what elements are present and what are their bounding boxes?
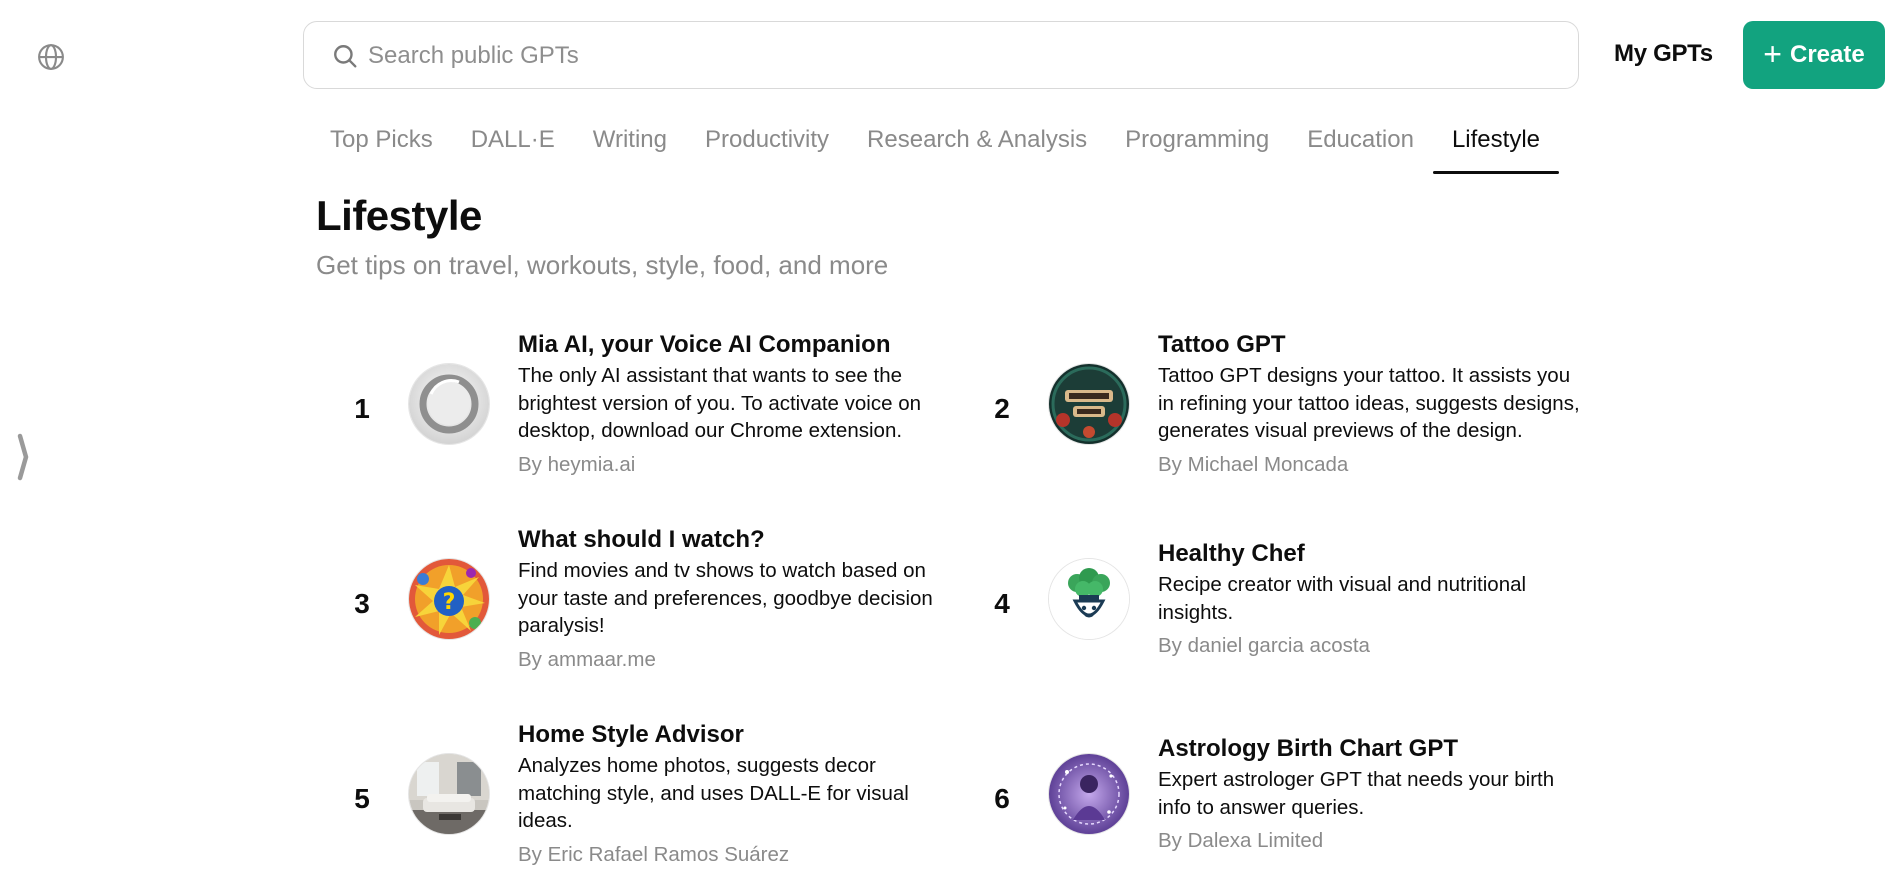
gpt-rank: 5: [354, 783, 370, 814]
gpt-rank: 3: [354, 588, 370, 619]
gpt-rank: 1: [354, 393, 370, 424]
gpt-card[interactable]: 3 ? What should I watch? Find movies and…: [340, 525, 950, 675]
gpt-description: Analyzes home photos, suggests decor mat…: [518, 754, 909, 832]
svg-text:?: ?: [443, 590, 456, 615]
gpt-rank: 6: [994, 783, 1010, 814]
question-mark-burst-icon: ?: [408, 558, 490, 640]
gpt-name: Healthy Chef: [1158, 540, 1305, 567]
gpt-card[interactable]: 5 Home Style Advisor Analyzes home photo…: [340, 720, 950, 870]
search-icon: [332, 43, 358, 69]
search-bar[interactable]: [303, 21, 1579, 89]
category-tabs: Top Picks DALL·E Writing Productivity Re…: [311, 120, 1560, 174]
tab-education[interactable]: Education: [1288, 120, 1433, 168]
gpt-name: Home Style Advisor: [518, 721, 744, 748]
living-room-icon: [408, 753, 490, 835]
broccoli-chef-icon: [1048, 558, 1130, 640]
tab-dalle[interactable]: DALL·E: [452, 120, 574, 168]
gpt-name: Mia AI, your Voice AI Companion: [518, 331, 891, 358]
gpt-author: By Michael Moncada: [1158, 452, 1349, 476]
gpt-name: What should I watch?: [518, 526, 765, 553]
gpt-card[interactable]: 2 Tattoo GPT Tattoo GPT designs your tat…: [980, 330, 1590, 480]
gpt-card[interactable]: 1 Mia AI, your Voice AI Companion The on…: [340, 330, 950, 480]
gpt-description: Tattoo GPT designs your tattoo. It assis…: [1158, 364, 1580, 442]
gpt-description: The only AI assistant that wants to see …: [518, 364, 922, 442]
gpt-author: By Eric Rafael Ramos Suárez: [518, 842, 790, 866]
gpt-rank: 2: [994, 393, 1010, 424]
gpt-description: Expert astrologer GPT that needs your bi…: [1158, 768, 1555, 819]
tab-top-picks[interactable]: Top Picks: [311, 120, 452, 168]
tab-research-analysis[interactable]: Research & Analysis: [848, 120, 1106, 168]
search-input[interactable]: [366, 32, 1550, 80]
gpt-author: By Dalexa Limited: [1158, 829, 1324, 852]
gpt-description: Recipe creator with visual and nutrition…: [1158, 573, 1527, 624]
gpt-name: Tattoo GPT: [1158, 331, 1286, 358]
create-button[interactable]: + Create: [1743, 21, 1885, 89]
tab-lifestyle[interactable]: Lifestyle: [1432, 120, 1560, 174]
tab-programming[interactable]: Programming: [1106, 120, 1288, 168]
gpt-rank: 4: [994, 588, 1010, 619]
page-subtitle: Get tips on travel, workouts, style, foo…: [316, 250, 889, 280]
gpt-card[interactable]: 6 Astrology Birth Chart GPT Expert astro…: [980, 734, 1590, 884]
create-button-label: Create: [1789, 41, 1865, 68]
plus-icon: +: [1763, 35, 1782, 72]
globe-icon[interactable]: [36, 42, 66, 72]
gpt-card[interactable]: 4 Healthy Chef Recipe creator with visua…: [980, 539, 1590, 689]
mia-ring-icon: [408, 363, 490, 445]
tattoo-gpt-icon: [1048, 363, 1130, 445]
page-title: Lifestyle: [316, 192, 482, 239]
gpt-author: By daniel garcia acosta: [1158, 634, 1370, 657]
my-gpts-link[interactable]: My GPTs: [1614, 40, 1713, 68]
gpt-description: Find movies and tv shows to watch based …: [518, 559, 933, 637]
sidebar-toggle-icon[interactable]: [14, 430, 32, 481]
gpt-name: Astrology Birth Chart GPT: [1158, 735, 1459, 762]
astrologer-icon: [1048, 753, 1130, 835]
tab-writing[interactable]: Writing: [574, 120, 686, 168]
tab-productivity[interactable]: Productivity: [686, 120, 848, 168]
gpt-author: By heymia.ai: [518, 452, 636, 476]
gpt-author: By ammaar.me: [518, 647, 656, 671]
